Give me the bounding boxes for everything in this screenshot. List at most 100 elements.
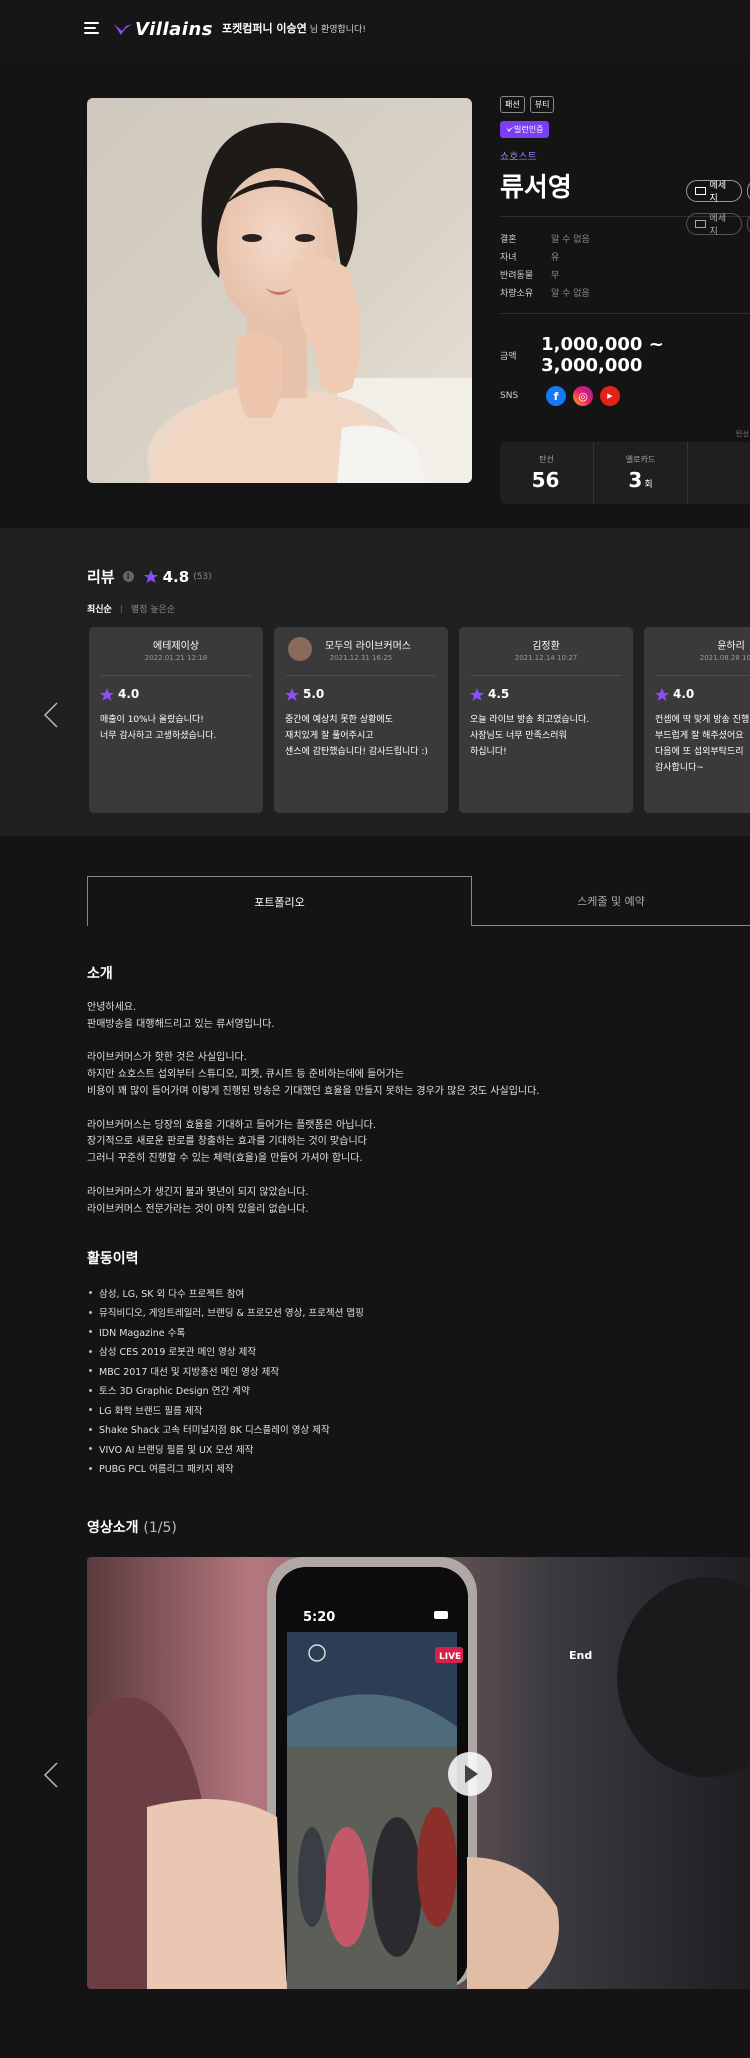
attribute-row: 반려동물 무 xyxy=(500,265,750,283)
message-button-label: 메세지 xyxy=(709,214,727,237)
review-card[interactable]: 김정환 2021.12.14 10:27 4.5 오늘 라이브 방송 최고였습니… xyxy=(459,627,633,813)
review-text: 매출이 10%나 올랐습니다! 너무 감사하고 고생하셨습니다. xyxy=(100,715,217,741)
review-carousel: 에테제이상 2022.01.21 12:18 4.0 매출이 10%나 올랐습니… xyxy=(89,627,750,813)
instagram-icon[interactable]: ◎ xyxy=(573,386,593,406)
reviews-header: 리뷰 i 4.8 (53) xyxy=(87,566,212,587)
attribute-value: 알 수 없음 xyxy=(551,288,590,299)
profile-photo xyxy=(87,98,472,483)
attribute-label: 결혼 xyxy=(500,234,517,245)
divider xyxy=(500,313,750,314)
envelope-icon xyxy=(695,220,706,228)
star-icon xyxy=(100,687,114,701)
villains-logo-icon xyxy=(114,24,132,35)
review-score: 4.5 xyxy=(470,687,509,701)
list-item: 뮤직비디오, 게임트레일러, 브랜딩 & 프로모션 영상, 프로젝션 맵핑 xyxy=(87,1303,364,1323)
hamburger-menu-icon[interactable] xyxy=(84,22,99,34)
review-score: 4.0 xyxy=(655,687,694,701)
verified-logo-icon xyxy=(506,127,514,132)
content-tabs: 포트폴리오 스케줄 및 예약 xyxy=(87,876,750,926)
reviews-count: (53) xyxy=(193,571,212,582)
tag-list: 패션 뷰티 xyxy=(500,96,750,113)
review-score-value: 5.0 xyxy=(303,687,325,701)
review-date: 2021.08.28 10:50 xyxy=(699,654,750,662)
activity-list: 삼성, LG, SK 외 다수 프로젝트 참여 뮤직비디오, 게임트레일러, 브… xyxy=(87,1283,364,1478)
welcome-message: 포켓컴퍼니 이승연 님 환영합니다! xyxy=(222,20,366,36)
reviews-section: 리뷰 i 4.8 (53) 최신순 별점 높은순 에테제이상 2022.01.2… xyxy=(0,528,750,836)
list-item: 삼성, LG, SK 외 다수 프로젝트 참여 xyxy=(87,1283,364,1303)
video-player[interactable]: 5:20 5G LIVE End xyxy=(87,1557,750,1989)
category-label: 쇼호스트 xyxy=(500,152,537,163)
list-item: PUBG PCL 여름리그 패키지 제작 xyxy=(87,1459,364,1479)
star-icon xyxy=(470,687,484,701)
stat-value: 3회 xyxy=(594,468,687,492)
message-button[interactable]: 메세지 xyxy=(686,180,742,204)
list-item: Shake Shack 고속 터미널지점 8K 디스플레이 영상 제작 xyxy=(87,1420,364,1440)
verified-label: 빌런인증 xyxy=(514,125,544,134)
play-button-icon[interactable] xyxy=(448,1752,492,1796)
review-card[interactable]: 에테제이상 2022.01.21 12:18 4.0 매출이 10%나 올랐습니… xyxy=(89,627,263,813)
end-label: End xyxy=(569,1649,592,1662)
divider xyxy=(101,675,251,676)
divider xyxy=(656,675,750,676)
stat-item: 탄선 56 xyxy=(500,442,594,504)
review-score-value: 4.0 xyxy=(118,687,140,701)
star-icon xyxy=(655,687,669,701)
review-date: 2021.12.31 16:25 xyxy=(329,654,393,662)
sort-divider xyxy=(120,604,122,613)
review-author: 윤하리 xyxy=(717,641,745,652)
list-item: IDN Magazine 수록 xyxy=(87,1322,364,1342)
envelope-icon xyxy=(695,187,706,195)
price-row: 금액 1,000,000 ~ 3,000,000 원 xyxy=(500,334,750,376)
sort-rating[interactable]: 별점 높은순 xyxy=(131,602,175,615)
attribute-value: 무 xyxy=(551,270,560,281)
attribute-label: 반려동물 xyxy=(500,270,534,281)
tab-portfolio[interactable]: 포트폴리오 xyxy=(87,876,472,926)
video-title-text: 영상소개 xyxy=(87,1520,139,1536)
message-button-secondary[interactable]: 메세지 xyxy=(686,213,742,237)
review-text: 오늘 라이브 방송 최고였습니다. 사장님도 너무 만족스러워 하십니다! xyxy=(470,715,590,757)
divider xyxy=(286,675,436,676)
review-card[interactable]: 모두의 라이브커머스 2021.12.31 16:25 5.0 중간에 예상치 … xyxy=(274,627,448,813)
reviews-title: 리뷰 xyxy=(87,568,115,586)
list-item: 삼성 CES 2019 로봇관 메인 영상 제작 xyxy=(87,1342,364,1362)
review-score-value: 4.0 xyxy=(673,687,695,701)
attribute-label: 차량소유 xyxy=(500,288,534,299)
attribute-list: 결혼 알 수 없음 자녀 유 반려동물 무 차량소유 알 수 없음 xyxy=(500,229,750,301)
review-score-value: 4.5 xyxy=(488,687,510,701)
review-text: 중간에 예상치 못한 상황에도 재치있게 잘 풀어주시고 센스에 감탄했습니다!… xyxy=(285,715,428,757)
top-header: Villains 포켓컴퍼니 이승연 님 환영합니다! xyxy=(0,0,750,58)
tag-chip: 뷰티 xyxy=(529,96,555,113)
review-author: 에테제이상 xyxy=(153,641,199,652)
list-item: LG 화학 브랜드 필름 제작 xyxy=(87,1400,364,1420)
stat-label: 엘로카드 xyxy=(625,455,656,464)
reviews-average-score: 4.8 xyxy=(162,567,190,586)
youtube-icon[interactable]: ▶ xyxy=(600,386,620,406)
live-badge-label: LIVE xyxy=(439,1652,461,1662)
info-icon[interactable]: i xyxy=(122,571,134,582)
attribute-value: 알 수 없음 xyxy=(551,234,590,245)
facebook-icon[interactable]: f xyxy=(546,386,566,406)
stat-value: 56 xyxy=(500,468,593,492)
sns-row: SNS f ◎ ▶ xyxy=(500,386,750,406)
sns-label: SNS xyxy=(500,391,519,401)
price-value: 1,000,000 ~ 3,000,000 xyxy=(541,334,664,376)
carousel-prev-arrow-icon[interactable] xyxy=(44,702,58,728)
review-card[interactable]: 윤하리 2021.08.28 10:50 4.0 컨셉에 딱 맞게 방송 진행 … xyxy=(644,627,750,813)
truncated-label: 탄선 xyxy=(736,430,749,438)
list-item: 토스 3D Graphic Design 연간 계약 xyxy=(87,1381,364,1401)
logo[interactable]: Villains xyxy=(114,17,213,41)
review-sort: 최신순 별점 높은순 xyxy=(87,602,175,615)
stat-label: 탄선 xyxy=(539,455,554,464)
review-date: 2021.12.14 10:27 xyxy=(514,654,578,662)
stat-number: 56 xyxy=(531,468,560,492)
stat-number: 3 xyxy=(628,468,643,492)
video-prev-arrow-icon[interactable] xyxy=(44,1762,58,1788)
sort-latest[interactable]: 최신순 xyxy=(87,602,112,615)
tab-schedule[interactable]: 스케줄 및 예약 xyxy=(472,876,750,926)
star-icon xyxy=(143,570,158,583)
list-item: MBC 2017 대선 및 지방총선 메인 영상 제작 xyxy=(87,1361,364,1381)
stat-item: 엘로카드 3회 xyxy=(594,442,688,504)
attribute-label: 자녀 xyxy=(500,252,517,263)
profile-info: 패션 뷰티 빌런인증 쇼호스트 류서영 메세지 메세지 결혼 알 수 없음 자녀 유… xyxy=(500,96,750,504)
stat-unit: 회 xyxy=(644,480,653,490)
